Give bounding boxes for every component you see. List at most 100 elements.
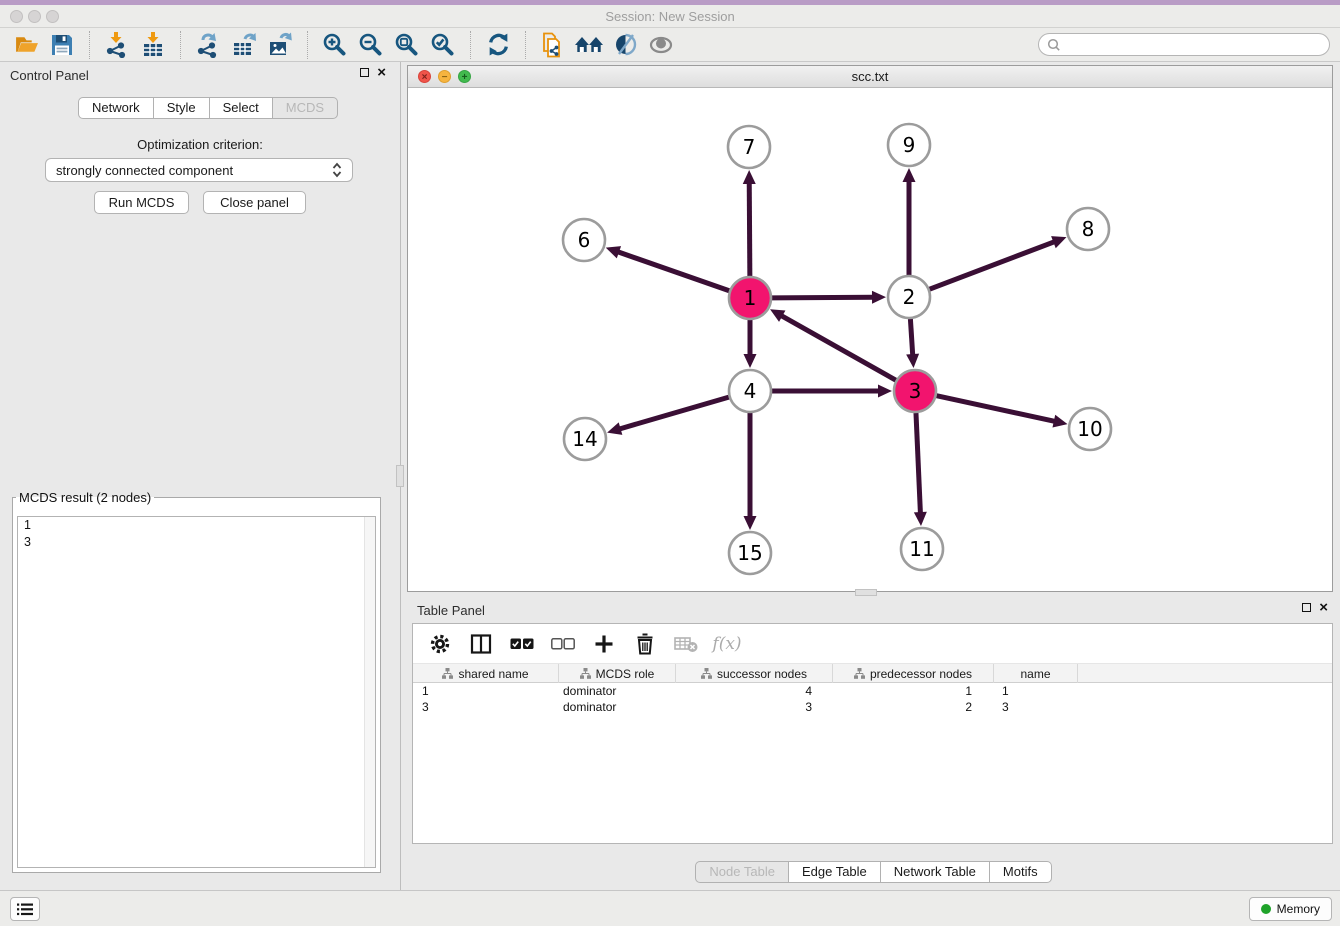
zoom-out-icon[interactable]	[355, 30, 387, 60]
result-item[interactable]: 1	[18, 517, 375, 534]
export-image-icon[interactable]	[264, 30, 296, 60]
graph-edge-1-6[interactable]	[617, 252, 729, 291]
table-content: f(x) shared name MCDS role successor nod…	[412, 623, 1333, 844]
close-table-panel-icon[interactable]: ×	[1319, 603, 1328, 612]
tab-edge-table[interactable]: Edge Table	[789, 861, 881, 883]
graph-edge-3-1[interactable]	[780, 315, 895, 380]
graph-node-label: 9	[903, 133, 916, 157]
toolbar-separator	[307, 31, 308, 59]
apply-function-icon[interactable]: f(x)	[714, 631, 740, 657]
graph-edge-arrowhead	[607, 422, 622, 434]
tab-network[interactable]: Network	[78, 97, 154, 119]
column-header-predecessor-nodes[interactable]: predecessor nodes	[833, 664, 994, 683]
table-row[interactable]: 3 dominator 3 2 3	[413, 699, 1332, 715]
cell-successor-nodes[interactable]: 3	[676, 700, 833, 714]
result-scrollbar[interactable]	[364, 517, 375, 867]
graph-edge-2-8[interactable]	[930, 241, 1056, 289]
zoom-selected-icon[interactable]	[427, 30, 459, 60]
tab-node-table[interactable]: Node Table	[695, 861, 789, 883]
open-folder-icon[interactable]	[10, 30, 42, 60]
column-header-successor-nodes[interactable]: successor nodes	[676, 664, 833, 683]
tab-network-table[interactable]: Network Table	[881, 861, 990, 883]
select-all-columns-icon[interactable]	[509, 631, 535, 657]
horizontal-splitter-grip[interactable]	[855, 589, 877, 596]
result-item[interactable]: 3	[18, 534, 375, 551]
cell-name[interactable]: 1	[994, 684, 1078, 698]
delete-column-icon[interactable]	[632, 631, 658, 657]
table-toolbar: f(x)	[413, 624, 1332, 664]
cell-shared-name[interactable]: 3	[413, 700, 559, 714]
import-table-icon[interactable]	[137, 30, 169, 60]
cell-predecessor-nodes[interactable]: 1	[833, 684, 994, 698]
homes-icon[interactable]	[573, 30, 605, 60]
cell-name[interactable]: 3	[994, 700, 1078, 714]
network-close-button[interactable]: ×	[418, 70, 431, 83]
column-header-mcds-role[interactable]: MCDS role	[559, 664, 676, 683]
save-icon[interactable]	[46, 30, 78, 60]
mcds-result-group: MCDS result (2 nodes) 1 3	[12, 490, 381, 873]
graph-edge-1-2[interactable]	[772, 297, 874, 298]
close-panel-button[interactable]: Close panel	[203, 191, 306, 214]
eye-slash-icon[interactable]	[609, 30, 641, 60]
chevron-up-down-icon	[332, 162, 342, 178]
mcds-result-title: MCDS result (2 nodes)	[16, 490, 154, 505]
network-minimize-button[interactable]: −	[438, 70, 451, 83]
cell-shared-name[interactable]: 1	[413, 684, 559, 698]
table-row[interactable]: 1 dominator 4 1 1	[413, 683, 1332, 699]
add-column-icon[interactable]	[591, 631, 617, 657]
export-table-icon[interactable]	[228, 30, 260, 60]
graph-edge-4-14[interactable]	[619, 397, 729, 429]
eye-icon[interactable]	[645, 30, 677, 60]
settings-gear-icon[interactable]	[427, 631, 453, 657]
search-input[interactable]	[1061, 37, 1321, 53]
delete-table-icon[interactable]	[673, 631, 699, 657]
task-history-button[interactable]	[10, 897, 40, 921]
network-window-titlebar[interactable]: scc.txt × − +	[408, 66, 1332, 88]
copy-network-icon[interactable]	[537, 30, 569, 60]
network-graph[interactable]: 7968124314101511	[408, 89, 1332, 592]
column-header-shared-name[interactable]: shared name	[413, 664, 559, 683]
tab-mcds[interactable]: MCDS	[273, 97, 338, 119]
vertical-splitter-grip[interactable]	[396, 465, 404, 487]
tab-style[interactable]: Style	[154, 97, 210, 119]
attribute-icon	[580, 668, 591, 679]
graph-node-label: 2	[903, 285, 916, 309]
show-columns-icon[interactable]	[468, 631, 494, 657]
deselect-all-columns-icon[interactable]	[550, 631, 576, 657]
zoom-in-icon[interactable]	[319, 30, 351, 60]
tab-motifs[interactable]: Motifs	[990, 861, 1052, 883]
cell-successor-nodes[interactable]: 4	[676, 684, 833, 698]
graph-edge-1-7[interactable]	[749, 182, 750, 276]
network-maximize-button[interactable]: +	[458, 70, 471, 83]
graph-edge-3-10[interactable]	[936, 396, 1055, 422]
export-network-icon[interactable]	[192, 30, 224, 60]
run-mcds-button[interactable]: Run MCDS	[94, 191, 189, 214]
list-icon	[17, 903, 33, 916]
mcds-result-list[interactable]: 1 3	[17, 516, 376, 868]
memory-button[interactable]: Memory	[1249, 897, 1332, 921]
float-panel-icon[interactable]	[360, 68, 369, 77]
toolbar-separator	[525, 31, 526, 59]
cell-predecessor-nodes[interactable]: 2	[833, 700, 994, 714]
column-label: shared name	[458, 667, 528, 681]
cell-mcds-role[interactable]: dominator	[559, 700, 676, 714]
graph-node-label: 4	[744, 379, 757, 403]
import-network-icon[interactable]	[101, 30, 133, 60]
toolbar-separator	[180, 31, 181, 59]
refresh-icon[interactable]	[482, 30, 514, 60]
search-box[interactable]	[1038, 33, 1330, 56]
graph-edge-2-3[interactable]	[910, 319, 912, 356]
criterion-select[interactable]: strongly connected component	[45, 158, 353, 182]
float-table-panel-icon[interactable]	[1302, 603, 1311, 612]
control-panel-tabs: Network Style Select MCDS	[78, 97, 338, 119]
graph-edge-arrowhead	[743, 170, 756, 184]
cell-mcds-role[interactable]: dominator	[559, 684, 676, 698]
graph-edge-3-11[interactable]	[916, 413, 920, 514]
zoom-fit-icon[interactable]	[391, 30, 423, 60]
control-panel-title: Control Panel	[10, 68, 89, 83]
column-header-name[interactable]: name	[994, 664, 1078, 683]
close-panel-icon[interactable]: ×	[377, 68, 386, 77]
tab-select[interactable]: Select	[210, 97, 273, 119]
network-canvas[interactable]: 7968124314101511	[408, 89, 1332, 591]
column-label: name	[1020, 667, 1050, 681]
